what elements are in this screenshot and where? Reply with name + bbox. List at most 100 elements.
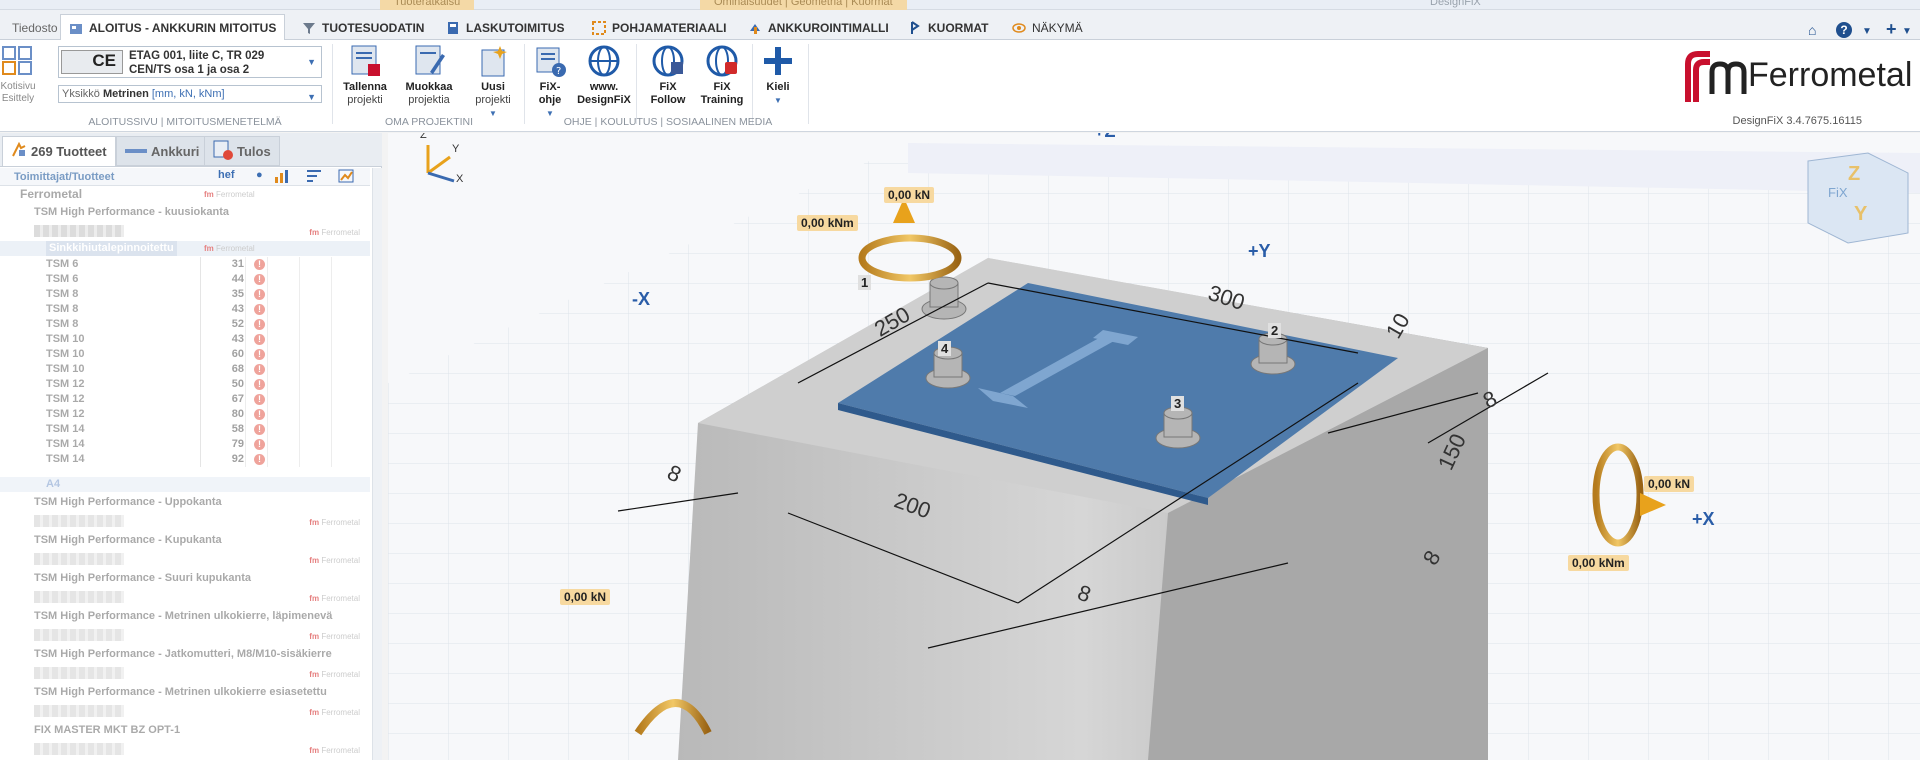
title-bar: Tuoteratkaisu Ominaisuudet | Geometria |… [0,0,1920,10]
group-name: TSM High Performance - Metrinen ulkokier… [34,610,333,622]
load-label-n-right[interactable]: 0,00 kN [1644,476,1695,492]
cube-fix[interactable]: FiX [1828,185,1848,200]
chevron-down-icon: ▼ [307,57,316,67]
language-cross-icon [761,44,795,78]
new-project-button[interactable]: Uusi projekti ▼ [466,44,520,118]
save-project-button[interactable]: Tallenna projekti [338,44,392,110]
ferrometal-logo: Ferrometal [1680,48,1920,108]
help-dropdown-icon[interactable]: ▼ [1862,26,1872,37]
fix-training-button[interactable]: FiX Training [694,44,750,110]
product-name: TSM 6 [46,258,79,270]
panel-tabs: 269 Tuotteet Ankkuri Tulos [0,133,382,167]
hef-value: 58 [231,423,244,435]
3d-scene [388,143,1920,760]
anchor-label-4[interactable]: 4 [938,341,952,356]
group-row[interactable]: TSM High Performance - Metrinen ulkokier… [0,685,370,700]
tab-loads[interactable]: KUORMAT [900,16,996,40]
table-row[interactable]: TSM 6 44! [0,272,370,287]
home-page-label[interactable]: Kotisivu Esittely [0,81,36,105]
load-label-m-right[interactable]: 0,00 kNm [1568,555,1629,571]
fix-help-button[interactable]: ? FiX-ohje ▼ [522,44,578,118]
hef-value: 67 [231,393,244,405]
separator [636,44,637,124]
chart-icon[interactable] [338,169,354,186]
tab-products[interactable]: 269 Tuotteet [2,136,116,166]
3d-view[interactable]: +Z +Y -X +X Z Y X Z FiX Y 0,00 kN 0,00 k… [388,133,1920,760]
triad-x: X [456,173,464,185]
group-row[interactable]: TSM High Performance - Suuri kupukanta [0,571,370,586]
group-row[interactable]: FIX MASTER MKT BZ OPT-1 [0,723,370,738]
subgroup-row[interactable]: Sinkkihiutalepinnoitettu fm Ferrometal [0,241,370,256]
language-quick-icon[interactable]: + [1886,19,1897,40]
table-row[interactable]: TSM 10 43! [0,332,370,347]
units-prefix: Yksikkö [62,88,100,100]
product-name: TSM 6 [46,273,79,285]
group-row[interactable]: TSM High Performance - Jatkomutteri, M8/… [0,647,370,662]
supplier-row[interactable]: Ferrometal fm Ferrometal [0,187,370,202]
table-row[interactable]: TSM 12 50! [0,377,370,392]
header-suppliers[interactable]: Toimittajat/Tuotteet [14,171,114,183]
tab-home[interactable]: ALOITUS - ANKKURIN MITOITUS [60,14,286,41]
load-label-n-left[interactable]: 0,00 kN [560,589,611,605]
filter-columns-icon[interactable] [306,169,322,186]
context-tab-products: Tuoteratkaisu [380,0,475,10]
group-row[interactable]: TSM High Performance - Kupukanta [0,533,370,548]
triad-y: Y [452,143,460,155]
group-row[interactable]: TSM High Performance - Metrinen ulkokier… [0,609,370,624]
fix-follow-button[interactable]: FiX Follow [640,44,696,110]
error-icon: ! [254,274,265,285]
group-thumbnail-row: fm Ferrometal [0,741,370,759]
tab-base-material[interactable]: POHJAMATERIAALI [584,16,734,40]
table-row[interactable]: TSM 10 68! [0,362,370,377]
group-row[interactable]: A4 [0,477,370,492]
group-thumbnail-row: fm Ferrometal [0,223,370,241]
facebook-globe-icon [651,44,685,78]
units-select[interactable]: Yksikkö Metrinen [mm, kN, kNm] ▼ [58,85,322,103]
units-detail: [mm, kN, kNm] [151,88,225,100]
design-method-select[interactable]: CE ETAG 001, liite C, TR 029 CEN/TS osa … [58,46,322,78]
home-icon [69,21,83,35]
error-icon: ! [254,319,265,330]
home-page-icon[interactable] [2,46,34,76]
minimize-ribbon-icon[interactable]: ⌂ [1808,22,1816,38]
table-row[interactable]: TSM 8 52! [0,317,370,332]
website-button[interactable]: www. DesignFiX [576,44,632,110]
tab-file[interactable]: Tiedosto [4,16,66,40]
language-button[interactable]: Kieli ▼ [752,44,804,110]
tab-result[interactable]: Tulos [204,136,280,166]
anchor-icon [125,144,147,159]
quick-dropdown-icon[interactable]: ▼ [1902,26,1912,37]
error-icon: ! [254,394,265,405]
help-icon[interactable]: ? [1836,22,1852,38]
tab-anchoring-model[interactable]: ANKKUROINTIMALLI [740,16,897,40]
table-row[interactable]: TSM 10 60! [0,347,370,362]
load-label-n-top[interactable]: 0,00 kN [884,187,935,203]
edit-project-button[interactable]: Muokkaa projektia [402,44,456,110]
hef-value: 43 [231,303,244,315]
load-label-m-top[interactable]: 0,00 kNm [797,215,858,231]
panel-scrollbar[interactable] [372,168,382,760]
tab-calculation[interactable]: LASKUTOIMITUS [438,16,572,40]
table-row[interactable]: TSM 6 31! [0,257,370,272]
table-row[interactable]: TSM 14 58! [0,422,370,437]
header-hef[interactable]: hef [218,169,235,181]
table-row[interactable]: TSM 14 79! [0,437,370,452]
cube-y[interactable]: Y [1854,203,1867,226]
tab-label: ANKKUROINTIMALLI [768,21,889,35]
sort-icon[interactable] [274,169,290,186]
cube-z[interactable]: Z [1848,163,1860,186]
group-row[interactable]: TSM High Performance - Uppokanta [0,495,370,510]
anchor-label-1[interactable]: 1 [858,275,872,290]
anchor-label-2[interactable]: 2 [1268,323,1282,338]
tab-anchor[interactable]: Ankkuri [116,136,209,166]
tab-product-filter[interactable]: TUOTESUODATIN [294,16,432,40]
header-dot-icon[interactable]: ● [256,169,263,181]
anchor-label-3[interactable]: 3 [1171,396,1185,411]
table-row[interactable]: TSM 8 35! [0,287,370,302]
group-row[interactable]: TSM High Performance - kuusiokanta [0,205,370,220]
tab-view[interactable]: NÄKYMÄ [1004,16,1091,40]
table-row[interactable]: TSM 14 92! [0,452,370,467]
table-row[interactable]: TSM 8 43! [0,302,370,317]
table-row[interactable]: TSM 12 80! [0,407,370,422]
table-row[interactable]: TSM 12 67! [0,392,370,407]
